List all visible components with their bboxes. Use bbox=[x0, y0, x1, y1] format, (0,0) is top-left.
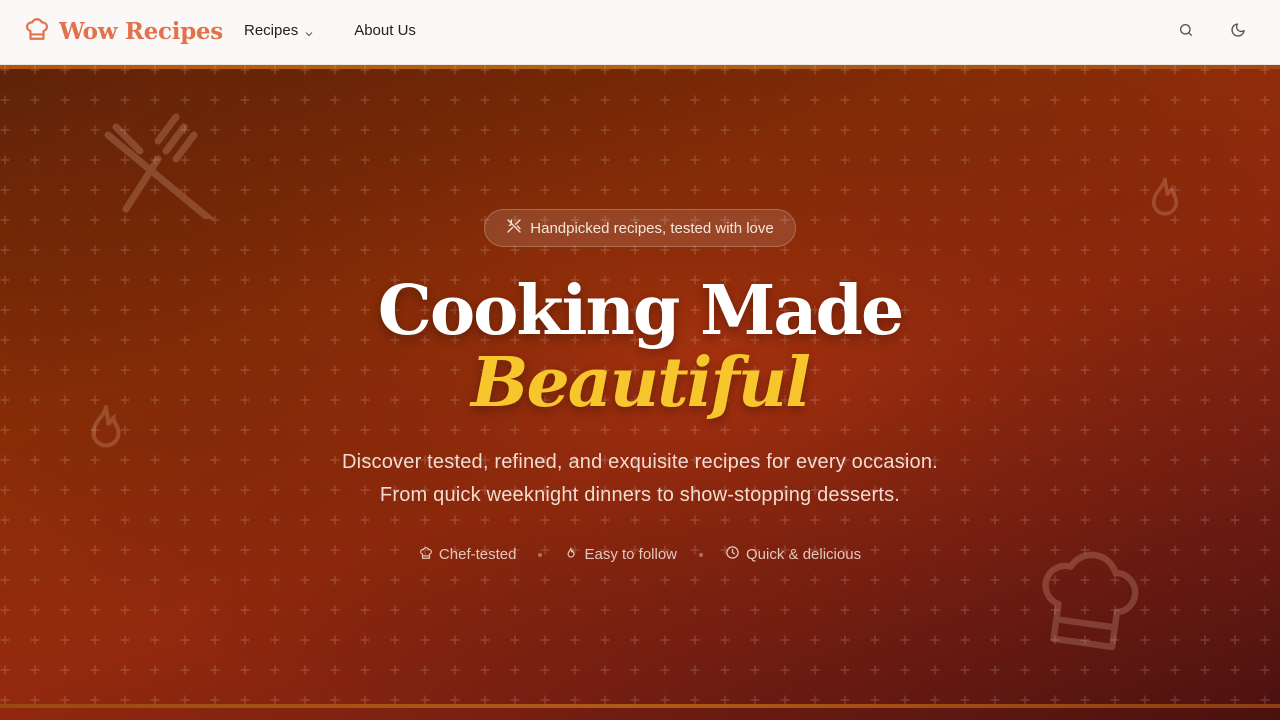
chef-hat-icon bbox=[419, 546, 433, 564]
hero-subtitle-line2: From quick weeknight dinners to show-sto… bbox=[379, 484, 901, 506]
hero-title-line2: Beautiful bbox=[470, 343, 811, 423]
main-nav: Recipes About Us bbox=[244, 22, 416, 39]
hero-badge-text: Handpicked recipes, tested with love bbox=[530, 219, 774, 237]
feature-label: Chef-tested bbox=[438, 546, 517, 563]
utensils-crossed-icon bbox=[506, 218, 522, 238]
nav-about-label: About Us bbox=[354, 22, 416, 39]
hero-subtitle-line1: Discover tested, refined, and exquisite … bbox=[342, 451, 938, 473]
flame-icon bbox=[564, 546, 578, 564]
separator-dot bbox=[699, 552, 704, 557]
feature-label: Quick & delicious bbox=[746, 546, 862, 563]
nav-recipes-label: Recipes bbox=[244, 22, 299, 39]
chevron-down-icon bbox=[304, 26, 314, 36]
nav-recipes-dropdown[interactable]: Recipes bbox=[244, 22, 314, 39]
search-button[interactable] bbox=[1174, 20, 1198, 44]
top-navbar: Wow Recipes Recipes About Us bbox=[0, 0, 1280, 65]
brand-logo-link[interactable]: Wow Recipes bbox=[24, 16, 223, 47]
theme-toggle-button[interactable] bbox=[1226, 20, 1250, 44]
utensils-decoration-icon bbox=[104, 113, 215, 219]
chef-hat-icon bbox=[24, 16, 50, 47]
search-icon bbox=[1178, 22, 1194, 43]
clock-icon bbox=[725, 545, 740, 564]
nav-about-us[interactable]: About Us bbox=[354, 22, 416, 39]
feature-quick-delicious: Quick & delicious bbox=[725, 545, 861, 564]
feature-label: Easy to follow bbox=[584, 546, 678, 563]
separator-dot bbox=[538, 552, 543, 557]
flame-decoration-icon bbox=[1151, 177, 1179, 216]
hero-features: Chef-tested Easy to follow Quick & delic… bbox=[0, 545, 1280, 564]
brand-name: Wow Recipes bbox=[59, 18, 223, 45]
feature-easy-to-follow: Easy to follow bbox=[564, 546, 677, 564]
hero-title-line1: Cooking Made bbox=[377, 271, 905, 351]
moon-icon bbox=[1230, 22, 1246, 43]
feature-chef-tested: Chef-tested bbox=[419, 546, 517, 564]
hero-section: Handpicked recipes, tested with love Coo… bbox=[0, 65, 1280, 720]
hero-badge: Handpicked recipes, tested with love bbox=[484, 209, 796, 247]
